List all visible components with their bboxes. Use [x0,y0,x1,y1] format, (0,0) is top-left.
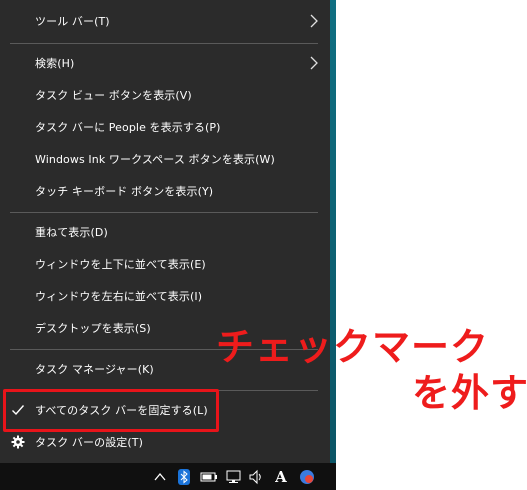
menu-item-label: タッチ キーボード ボタンを表示(Y) [35,185,214,198]
menu-item-label: ウィンドウを左右に並べて表示(I) [35,290,203,303]
annotation-text-line2: を外す [412,371,527,415]
menu-item-label: 重ねて表示(D) [35,226,108,239]
chevron-up-icon[interactable] [153,469,167,485]
menu-item-label: ツール バー(T) [35,15,110,28]
menu-item-search[interactable]: 検索(H) [0,47,330,79]
menu-item-label: デスクトップを表示(S) [35,322,151,335]
menu-item-windows-ink[interactable]: Windows Ink ワークスペース ボタンを表示(W) [0,143,330,175]
volume-icon[interactable] [248,469,264,485]
menu-item-label: タスク ビュー ボタンを表示(V) [35,89,192,102]
menu-separator [10,43,318,44]
menu-item-cascade[interactable]: 重ねて表示(D) [0,216,330,248]
menu-item-task-view[interactable]: タスク ビュー ボタンを表示(V) [0,79,330,111]
menu-item-touch-keyboard[interactable]: タッチ キーボード ボタンを表示(Y) [0,175,330,207]
bluetooth-icon[interactable] [178,469,190,485]
menu-separator [10,212,318,213]
menu-item-people[interactable]: タスク バーに People を表示する(P) [0,111,330,143]
menu-item-label: タスク バーの設定(T) [35,436,143,449]
menu-item-label: タスク バーに People を表示する(P) [35,121,221,134]
app-icon[interactable] [299,469,316,485]
desktop-background [330,0,336,463]
chevron-right-icon [310,56,318,70]
highlight-box [3,389,219,432]
menu-item-label: Windows Ink ワークスペース ボタンを表示(W) [35,153,275,166]
menu-item-label: 検索(H) [35,57,75,70]
ime-icon[interactable]: A [274,468,288,486]
network-icon[interactable] [225,469,243,485]
battery-icon[interactable] [200,469,218,485]
menu-item-label: タスク マネージャー(K) [35,363,154,376]
menu-item-label: ウィンドウを上下に並べて表示(E) [35,258,206,271]
chevron-right-icon [310,14,318,28]
menu-item-side-by-side[interactable]: ウィンドウを左右に並べて表示(I) [0,280,330,312]
menu-item-toolbar[interactable]: ツール バー(T) [0,5,330,37]
gear-icon [11,435,25,449]
menu-item-stack[interactable]: ウィンドウを上下に並べて表示(E) [0,248,330,280]
